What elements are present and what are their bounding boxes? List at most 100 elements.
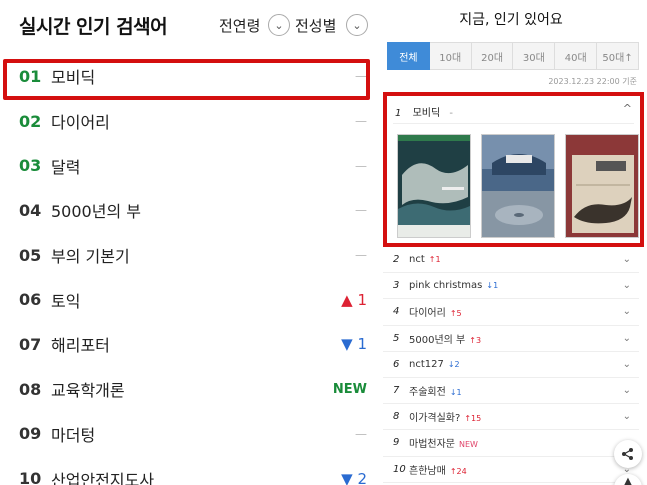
popular-keyword-text: nct127 xyxy=(409,358,444,370)
rank-row-1[interactable]: 01 모비딕 — xyxy=(0,54,375,99)
expanded-item-header: 1 모비딕 - xyxy=(395,104,453,119)
popular-row-4[interactable]: 4 다이어리 ↑5 ⌄ xyxy=(383,299,639,326)
rank-change-new: NEW xyxy=(332,381,367,397)
popular-rank-number: 3 xyxy=(393,280,400,292)
chevron-down-icon[interactable]: ⌄ xyxy=(623,385,631,396)
popular-rank-keyword[interactable]: 흔한남매 ↑24 xyxy=(409,462,467,477)
rank-change-same: — xyxy=(355,248,367,263)
book-cover-art xyxy=(482,135,554,237)
popular-keyword-text: 주술회전 xyxy=(409,387,446,399)
popular-rank-keyword[interactable]: 다이어리 ↑5 xyxy=(409,304,462,319)
rank-number: 01 xyxy=(19,66,42,86)
rank-number: 07 xyxy=(19,334,42,354)
popular-rank-number: 2 xyxy=(393,254,400,266)
rank-keyword[interactable]: 산업안전지도사 xyxy=(51,467,154,485)
popular-keyword-text: pink christmas xyxy=(409,280,483,292)
divider xyxy=(393,123,634,124)
rank-row-7[interactable]: 07 해리포터 ▼ 1 xyxy=(0,322,375,367)
popular-rank-keyword[interactable]: nct127 ↓2 xyxy=(409,359,460,370)
tab-all[interactable]: 전체 xyxy=(387,42,430,70)
popular-rank-list: 2 nct ↑1 ⌄ 3 pink christmas ↓1 ⌄ 4 다이어리 ↑5 … xyxy=(383,247,639,483)
tab-50s-plus[interactable]: 50대↑ xyxy=(597,42,639,70)
rank-row-8[interactable]: 08 교육학개론 NEW xyxy=(0,367,375,412)
chevron-down-icon[interactable]: ⌄ xyxy=(623,411,631,422)
popular-row-8[interactable]: 8 이가격실화? ↑15 ⌄ xyxy=(383,404,639,431)
chevron-down-icon[interactable]: ⌄ xyxy=(623,280,631,291)
popular-rank-keyword[interactable]: 이가격실화? ↑15 xyxy=(409,409,481,424)
rank-number: 10 xyxy=(19,469,42,485)
tab-40s[interactable]: 40대 xyxy=(555,42,598,70)
share-icon[interactable] xyxy=(614,440,642,468)
tab-10s[interactable]: 10대 xyxy=(429,42,472,70)
popular-row-9[interactable]: 9 마법천자문NEW ⌄ xyxy=(383,430,639,457)
expanded-item-keyword[interactable]: 모비딕 xyxy=(413,108,441,119)
rank-keyword[interactable]: 해리포터 xyxy=(51,332,110,356)
rank-keyword[interactable]: 다이어리 xyxy=(51,109,110,133)
tab-20s[interactable]: 20대 xyxy=(471,42,514,70)
rank-row-2[interactable]: 02 다이어리 — xyxy=(0,99,375,144)
chevron-down-icon[interactable]: ⌄ xyxy=(623,359,631,370)
popular-rank-keyword[interactable]: nct ↑1 xyxy=(409,254,441,265)
popular-rank-keyword[interactable]: 마법천자문 NEW xyxy=(409,435,478,450)
popular-keyword-text: nct xyxy=(409,254,425,266)
chevron-up-icon[interactable]: ^ xyxy=(623,102,632,115)
chevron-down-icon[interactable]: ⌄ xyxy=(623,333,631,344)
rank-keyword[interactable]: 모비딕 xyxy=(51,64,95,88)
rank-row-5[interactable]: 05 부의 기본기 — xyxy=(0,233,375,278)
popular-rank-number: 5 xyxy=(393,332,400,344)
rank-number: 04 xyxy=(19,200,42,220)
gender-filter-label[interactable]: 전성별 xyxy=(295,15,336,36)
popular-keyword-text: 흔한남매 xyxy=(409,465,446,477)
rank-change-up: ↑1 xyxy=(428,255,441,265)
rank-row-6[interactable]: 06 토익 ▲ 1 xyxy=(0,277,375,322)
popular-rank-number: 6 xyxy=(393,358,400,370)
expanded-rank-item[interactable]: 1 모비딕 - ^ xyxy=(383,92,644,247)
popular-row-10[interactable]: 10 흔한남매 ↑24 ⌄ xyxy=(383,457,639,483)
gender-filter-chevron-down-icon[interactable]: ⌄ xyxy=(346,14,368,36)
rank-keyword[interactable]: 부의 기본기 xyxy=(51,243,130,267)
rank-row-4[interactable]: 04 5000년의 부 — xyxy=(0,188,375,233)
rank-change-new: NEW xyxy=(459,440,478,450)
age-filter-label[interactable]: 전연령 xyxy=(219,15,260,36)
book-cover-3[interactable] xyxy=(565,134,639,238)
rank-change-down: ↓1 xyxy=(486,281,499,291)
share-icon-glyph xyxy=(622,448,633,460)
rank-keyword[interactable]: 교육학개론 xyxy=(51,377,125,401)
rank-change-down: ▼ 2 xyxy=(341,469,367,485)
popular-title: 지금, 인기 있어요 xyxy=(459,12,563,28)
popular-row-2[interactable]: 2 nct ↑1 ⌄ xyxy=(383,247,639,274)
tab-30s[interactable]: 30대 xyxy=(513,42,556,70)
rank-change-down: ↓1 xyxy=(449,388,462,398)
popular-row-5[interactable]: 5 5000년의 부 ↑3 ⌄ xyxy=(383,326,639,352)
popular-keyword-text: 5000년의 부 xyxy=(409,334,466,346)
rank-change-up: ↑5 xyxy=(449,309,462,319)
popular-rank-keyword[interactable]: pink christmas ↓1 xyxy=(409,280,498,291)
rank-row-10[interactable]: 10 산업안전지도사 ▼ 2 xyxy=(0,456,375,485)
popular-row-6[interactable]: 6 nct127 ↓2 ⌄ xyxy=(383,352,639,378)
rank-change-up: ↑24 xyxy=(449,466,467,476)
rank-keyword[interactable]: 5000년의 부 xyxy=(51,198,141,222)
rank-number: 05 xyxy=(19,245,42,265)
popular-rank-keyword[interactable]: 5000년의 부 ↑3 xyxy=(409,331,481,346)
chevron-down-icon[interactable]: ⌄ xyxy=(623,306,631,317)
rank-change-down: ↓2 xyxy=(447,359,460,369)
rank-change-same: — xyxy=(355,203,367,218)
popular-now-panel: 지금, 인기 있어요 전체 10대 20대 30대 40대 50대↑ 2023.… xyxy=(383,0,647,485)
age-tabs: 전체 10대 20대 30대 40대 50대↑ xyxy=(387,42,639,70)
rank-row-3[interactable]: 03 달력 — xyxy=(0,143,375,188)
rank-number: 03 xyxy=(19,156,42,176)
chevron-down-icon[interactable]: ⌄ xyxy=(623,254,631,265)
popular-row-7[interactable]: 7 주술회전 ↓1 ⌄ xyxy=(383,378,639,405)
realtime-header: 실시간 인기 검색어 전연령 ⌄ 전성별 ⌄ xyxy=(0,0,375,54)
rank-change-up: ▲ 1 xyxy=(341,290,367,309)
rank-row-9[interactable]: 09 마더텅 — xyxy=(0,412,375,457)
age-filter-chevron-down-icon[interactable]: ⌄ xyxy=(268,14,290,36)
book-cover-2[interactable] xyxy=(481,134,555,238)
rank-keyword[interactable]: 마더텅 xyxy=(51,422,95,446)
popular-rank-keyword[interactable]: 주술회전 ↓1 xyxy=(409,383,462,398)
expanded-item-change: - xyxy=(449,108,453,119)
rank-keyword[interactable]: 토익 xyxy=(51,288,80,312)
book-cover-1[interactable] xyxy=(397,134,471,238)
popular-row-3[interactable]: 3 pink christmas ↓1 ⌄ xyxy=(383,273,639,300)
rank-keyword[interactable]: 달력 xyxy=(51,154,80,178)
